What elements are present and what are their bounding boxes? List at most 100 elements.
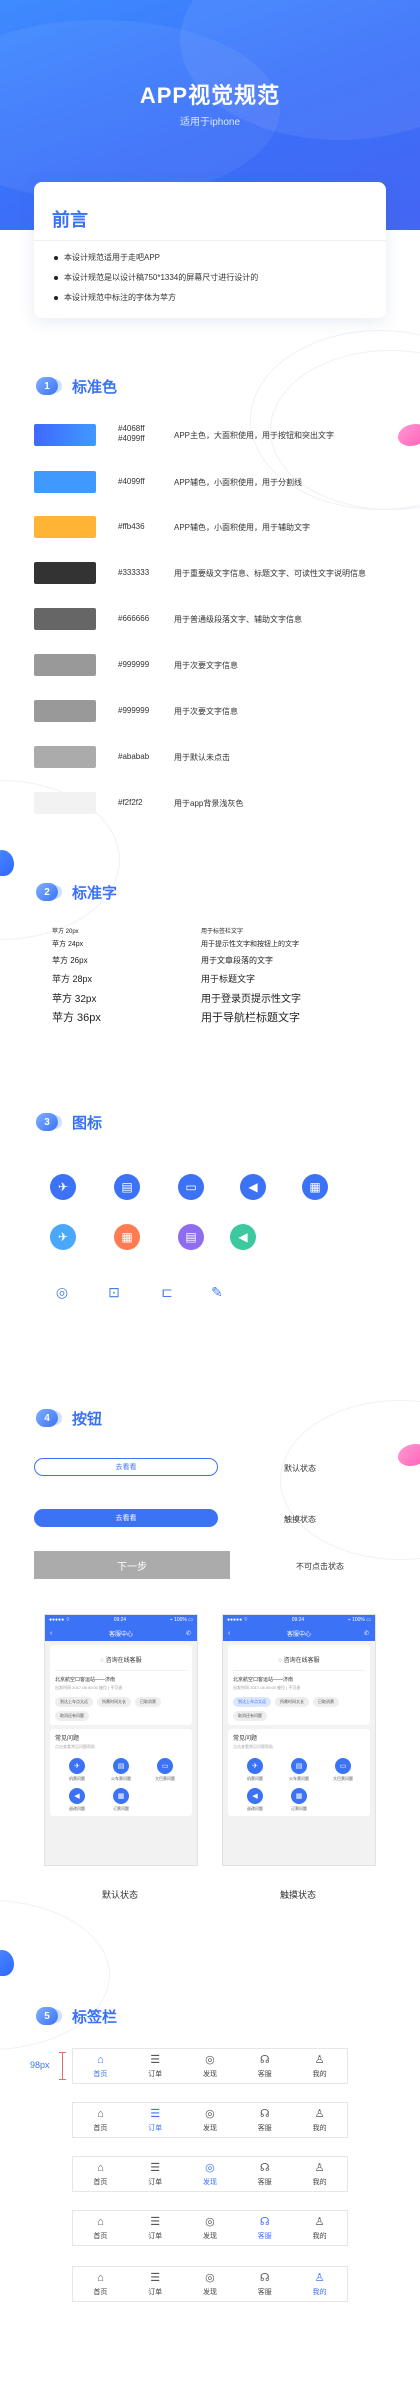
faq-subtitle: 点击查看常见问题帮助 — [233, 1744, 273, 1749]
online-service-label: 咨询在线客服 — [283, 1658, 320, 1664]
quick-question-chip[interactable]: 到达上车点太远 — [55, 1697, 93, 1707]
color-description: 用于重要级文字信息、标题文字、可读性文字说明信息 — [174, 569, 366, 578]
color-code: #4099ff — [118, 477, 158, 487]
spec-page: APP视觉规范 适用于iphone 前言 本设计规范适用于走吧APP 本设计规范… — [0, 0, 420, 2386]
profile-icon: ♙ — [314, 2107, 325, 2120]
font-usage-label: 用于提示性文字和按钮上的文字 — [201, 941, 299, 948]
font-size-label: 苹方 24px — [52, 941, 84, 948]
section-number: 4 — [36, 1409, 58, 1427]
help-category-icon: ◀ — [69, 1788, 85, 1804]
help-category[interactable]: ▭ 大巴票问题 — [143, 1758, 187, 1782]
quick-question-chip[interactable]: 所需时间太长 — [275, 1697, 309, 1707]
quick-question-list: 到达上车点太远 所需时间太长 已取消票取消还有问题 — [55, 1697, 187, 1721]
height-dimension-line — [59, 2052, 66, 2080]
tab-bar: ⌂ 首页 ☰ 订单 ◎ 发现 ☊ 客服 ♙ 我的 — [72, 2048, 348, 2084]
help-category[interactable]: ▭ 大巴票问题 — [321, 1758, 365, 1782]
quick-question-list: 到达上车点太远 所需时间太长 已取消票取消还有问题 — [233, 1697, 365, 1721]
quick-question-chip[interactable]: 所需时间太长 — [97, 1697, 131, 1707]
tab-label: 订单 — [148, 2070, 163, 2078]
tab-service[interactable]: ☊ 客服 — [250, 2162, 280, 2187]
color-swatch — [34, 700, 96, 722]
color-row: #ababab 用于默认未点击 — [34, 746, 394, 768]
tab-service[interactable]: ☊ 客服 — [250, 2054, 280, 2079]
tab-order[interactable]: ☰ 订单 — [140, 2216, 170, 2241]
service-icon: ☊ — [259, 2107, 270, 2120]
section-number: 1 — [36, 377, 58, 395]
tab-order[interactable]: ☰ 订单 — [140, 2108, 170, 2133]
tab-profile[interactable]: ♙ 我的 — [305, 2272, 335, 2297]
help-category[interactable]: ▦ 订票问题 — [277, 1788, 321, 1812]
help-category[interactable]: ◀ 退改问题 — [233, 1788, 277, 1812]
font-usage-label: 用于标题文字 — [201, 974, 256, 984]
phone-icon[interactable]: ✆ — [186, 1630, 191, 1637]
section-number: 3 — [36, 1113, 58, 1131]
help-category[interactable]: ▦ 订票问题 — [99, 1788, 143, 1812]
help-category-label: 机票问题 — [247, 1776, 263, 1781]
tab-profile[interactable]: ♙ 我的 — [305, 2216, 335, 2241]
tab-profile[interactable]: ♙ 我的 — [305, 2162, 335, 2187]
quick-question-chip[interactable]: 已取消票 — [135, 1697, 161, 1707]
help-category[interactable]: ✈ 机票问题 — [233, 1758, 277, 1782]
section-title: 按钮 — [72, 1410, 103, 1428]
filled-button[interactable]: 去看看 — [34, 1509, 218, 1527]
quick-question-chip[interactable]: 到达上车点太远 — [233, 1697, 271, 1707]
faq-title: 常见问题 — [55, 1736, 80, 1742]
tab-discover[interactable]: ◎ 发现 — [195, 2216, 225, 2241]
color-row: #f2f2f2 用于app背景浅灰色 — [34, 792, 394, 814]
discover-icon: ◎ — [205, 2107, 215, 2120]
tab-order[interactable]: ☰ 订单 — [140, 2272, 170, 2297]
color-swatch — [34, 608, 96, 630]
battery-indicator: ⌁ 100% ▭ — [347, 1617, 371, 1623]
color-row: #4099ff APP辅色，小面积使用，用于分割线 — [34, 471, 394, 493]
tab-label: 发现 — [202, 2232, 217, 2240]
help-category-label: 订票问题 — [291, 1806, 307, 1811]
tab-service[interactable]: ☊ 客服 — [250, 2216, 280, 2241]
tab-profile[interactable]: ♙ 我的 — [305, 2054, 335, 2079]
disabled-button[interactable]: 下一步 — [34, 1551, 230, 1579]
tab-label: 首页 — [93, 2178, 108, 2186]
help-category-icon: ▦ — [291, 1788, 307, 1804]
online-service-link[interactable]: ◌ 咨询在线客服 — [233, 1649, 365, 1671]
tab-discover[interactable]: ◎ 发现 — [195, 2162, 225, 2187]
tab-order[interactable]: ☰ 订单 — [140, 2162, 170, 2187]
tab-profile[interactable]: ♙ 我的 — [305, 2108, 335, 2133]
tab-home[interactable]: ⌂ 首页 — [85, 2216, 115, 2241]
tab-discover[interactable]: ◎ 发现 — [195, 2272, 225, 2297]
outline-button[interactable]: 去看看 — [34, 1458, 218, 1476]
tab-home[interactable]: ⌂ 首页 — [85, 2054, 115, 2079]
tab-discover[interactable]: ◎ 发现 — [195, 2054, 225, 2079]
tab-home[interactable]: ⌂ 首页 — [85, 2108, 115, 2133]
quick-question-chip[interactable]: 取消还有问题 — [233, 1711, 267, 1721]
tab-label: 订单 — [148, 2178, 163, 2186]
tab-order[interactable]: ☰ 订单 — [140, 2054, 170, 2079]
section-header-fonts: 2 标准字 — [36, 880, 117, 904]
quick-question-chip[interactable]: 取消还有问题 — [55, 1711, 89, 1721]
help-category[interactable]: ✈ 机票问题 — [55, 1758, 99, 1782]
tab-bar: ⌂ 首页 ☰ 订单 ◎ 发现 ☊ 客服 ♙ 我的 — [72, 2102, 348, 2138]
phone-icon[interactable]: ✆ — [364, 1630, 369, 1637]
tab-label: 客服 — [257, 2070, 272, 2078]
bus-icon: ▤ — [178, 1224, 204, 1250]
help-category-icon: ▤ — [291, 1758, 307, 1774]
color-code: #ababab — [118, 752, 158, 762]
tab-service[interactable]: ☊ 客服 — [250, 2108, 280, 2133]
tab-service[interactable]: ☊ 客服 — [250, 2272, 280, 2297]
help-category[interactable]: ▤ 火车票问题 — [99, 1758, 143, 1782]
tab-home[interactable]: ⌂ 首页 — [85, 2272, 115, 2297]
color-code-line: #4068ff — [118, 424, 145, 433]
help-category-label: 火车票问题 — [289, 1776, 309, 1781]
help-category[interactable]: ▤ 火车票问题 — [277, 1758, 321, 1782]
online-service-link[interactable]: ◌ 咨询在线客服 — [55, 1649, 187, 1671]
color-row: #333333 用于重要级文字信息、标题文字、可读性文字说明信息 — [34, 562, 394, 584]
back-icon[interactable]: ‹ — [50, 1630, 52, 1637]
profile-icon: ♙ — [314, 2215, 325, 2228]
back-icon[interactable]: ‹ — [228, 1630, 230, 1637]
bag-icon: ⊡ — [108, 1283, 120, 1300]
tab-label: 客服 — [257, 2178, 272, 2186]
section-number: 2 — [36, 883, 58, 901]
color-code-line: #666666 — [118, 614, 150, 623]
quick-question-chip[interactable]: 已取消票 — [313, 1697, 339, 1707]
tab-discover[interactable]: ◎ 发现 — [195, 2108, 225, 2133]
help-category[interactable]: ◀ 退改问题 — [55, 1788, 99, 1812]
tab-home[interactable]: ⌂ 首页 — [85, 2162, 115, 2187]
